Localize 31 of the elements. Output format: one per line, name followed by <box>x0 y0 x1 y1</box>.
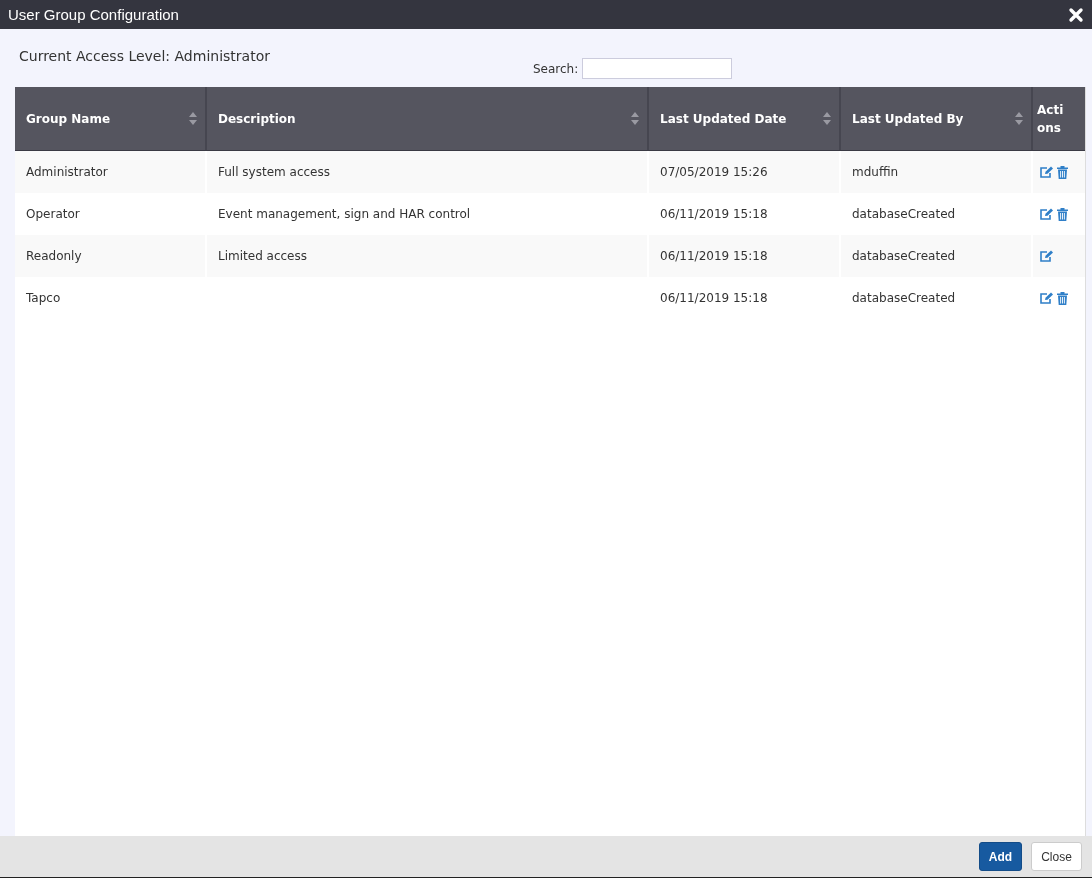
add-button[interactable]: Add <box>979 842 1022 871</box>
table-cell: Full system access <box>218 165 330 179</box>
table-cell: Operator <box>26 207 80 221</box>
table-cell: 06/11/2019 15:18 <box>660 249 768 263</box>
search-field[interactable] <box>582 58 733 79</box>
trash-icon[interactable] <box>1057 207 1068 221</box>
close-button[interactable]: Close <box>1031 842 1082 871</box>
trash-icon[interactable] <box>1057 165 1068 179</box>
trash-icon[interactable] <box>1057 291 1068 305</box>
table-cell: Tapco <box>26 291 61 305</box>
edit-icon[interactable] <box>1039 165 1054 179</box>
search-label: Search: <box>533 61 579 76</box>
close-icon <box>1068 6 1084 23</box>
edit-icon[interactable] <box>1039 207 1054 221</box>
table-cell: Event management, sign and HAR control <box>218 207 471 221</box>
table-cell: 06/11/2019 15:18 <box>660 207 768 221</box>
table-cell: databaseCreated <box>852 291 956 305</box>
window-title: User Group Configuration <box>8 6 179 23</box>
table-cell: 07/05/2019 15:26 <box>660 165 768 179</box>
edit-icon[interactable] <box>1039 249 1054 263</box>
table-cell: databaseCreated <box>852 207 956 221</box>
table-cell: databaseCreated <box>852 249 956 263</box>
access-level-text: Current Access Level: Administrator <box>19 48 270 66</box>
table-cell: Administrator <box>26 165 108 179</box>
close-button[interactable] <box>1068 6 1084 23</box>
edit-icon[interactable] <box>1039 291 1054 305</box>
table-cell: Limited access <box>218 249 307 263</box>
table-cell: Readonly <box>26 249 82 263</box>
column-header[interactable]: Actions <box>1033 87 1085 150</box>
table-cell: 06/11/2019 15:18 <box>660 291 768 305</box>
table-cell: mduffin <box>852 165 899 179</box>
